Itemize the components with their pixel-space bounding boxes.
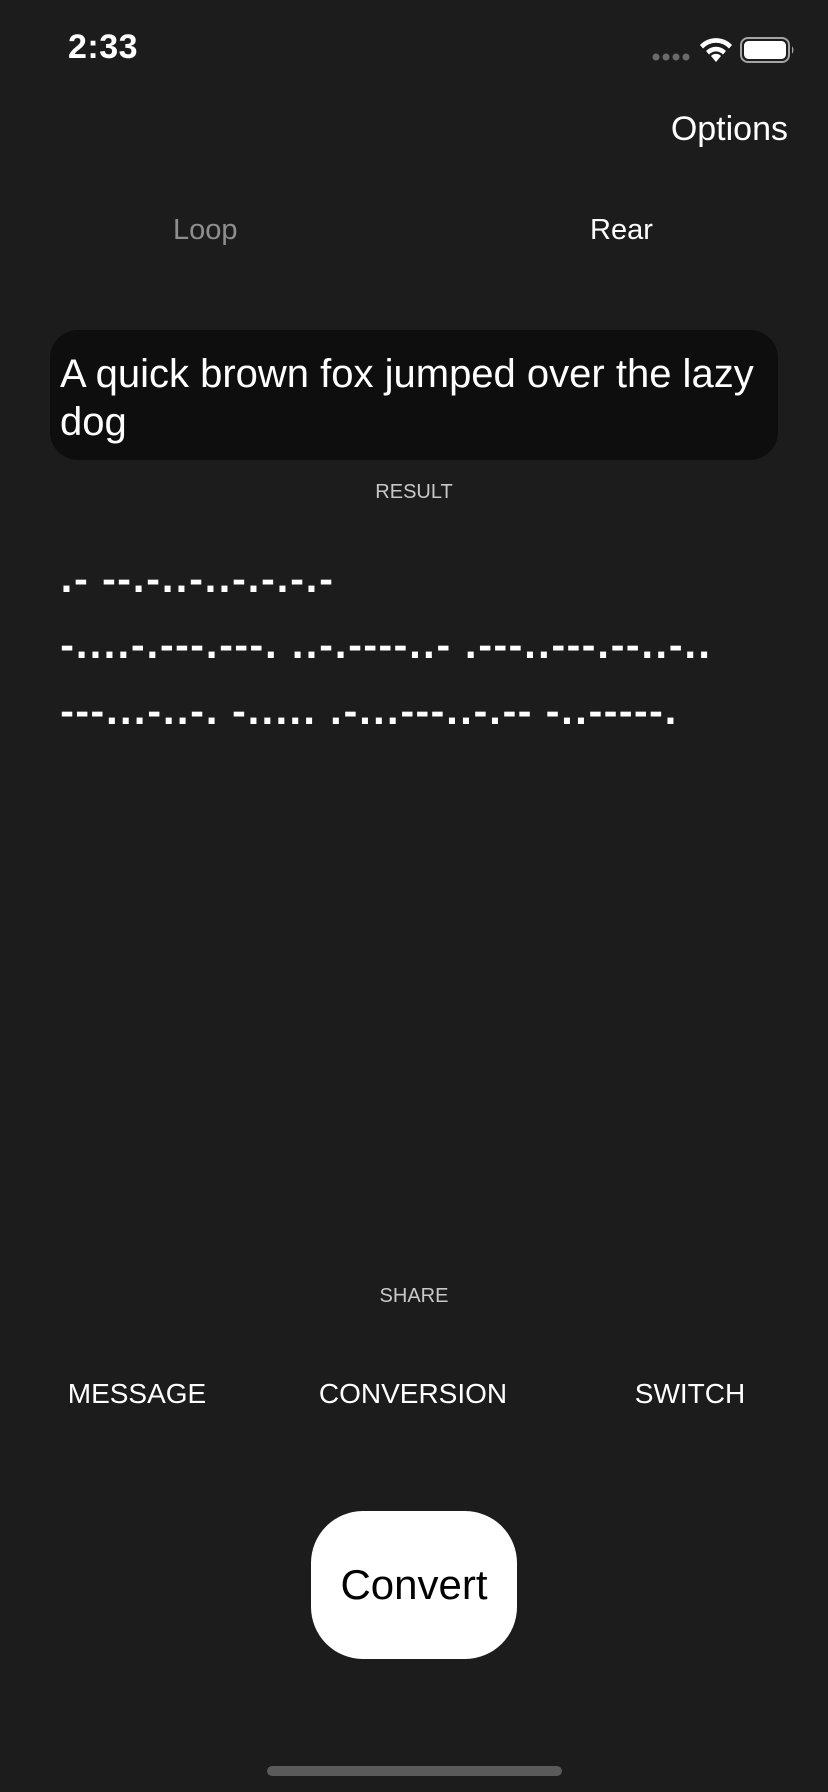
morse-converter-screen: 2:33 Options Loop Rear A quick brown fox… [0, 0, 828, 1792]
text-input[interactable]: A quick brown fox jumped over the lazy d… [50, 330, 778, 460]
convert-button[interactable]: Convert [311, 1511, 517, 1659]
message-button[interactable]: MESSAGE [27, 1378, 247, 1410]
morse-output: .- --.-..-..-.-.-.- -....-.---.---. ..-.… [60, 548, 780, 746]
battery-icon [740, 37, 794, 63]
switch-button[interactable]: SWITCH [580, 1378, 800, 1410]
status-time: 2:33 [68, 28, 139, 66]
conversion-button[interactable]: CONVERSION [303, 1378, 523, 1410]
status-bar: 2:33 [0, 0, 828, 100]
morse-line: ---...-..-. -..... .-...---..-.-- -..---… [60, 693, 678, 733]
wifi-icon [700, 38, 732, 62]
morse-line: -....-.---.---. ..-.----..- .---..---.--… [60, 627, 712, 667]
tab-loop[interactable]: Loop [173, 214, 238, 247]
result-label: RESULT [375, 481, 453, 503]
signal-icon [652, 53, 690, 61]
morse-line: .- --.-..-..-.-.-.- [60, 561, 335, 601]
tab-rear[interactable]: Rear [590, 214, 653, 247]
home-indicator[interactable] [267, 1766, 562, 1776]
options-button[interactable]: Options [671, 110, 788, 149]
share-label: SHARE [379, 1285, 449, 1307]
